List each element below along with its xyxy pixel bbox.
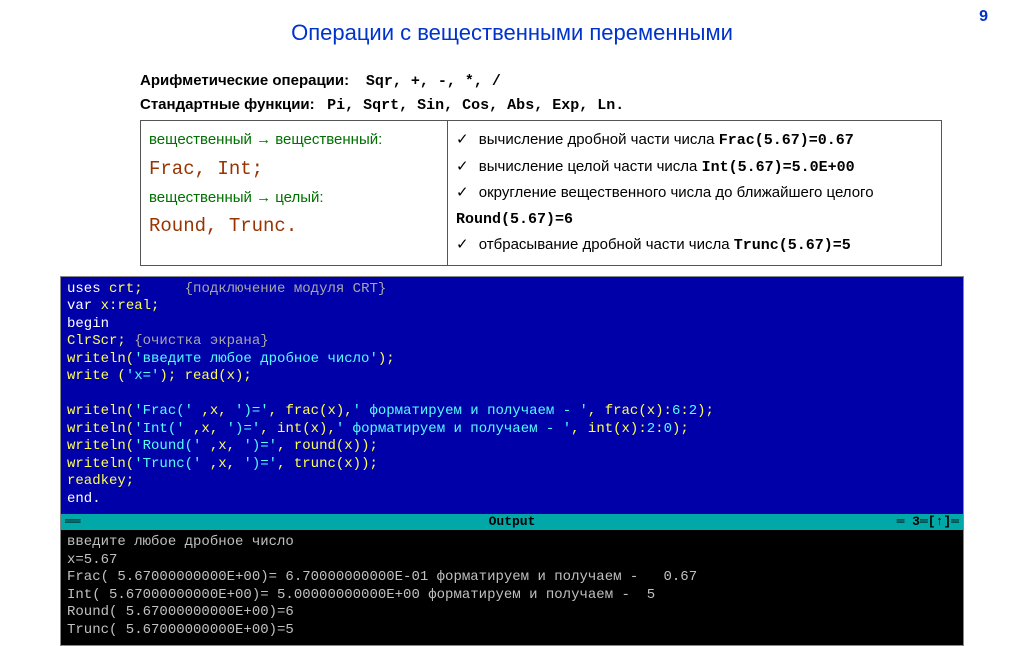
real-to-real-label: вещественный → вещественный: <box>149 127 439 153</box>
code-write1c: ); read(x); <box>159 368 251 384</box>
code-l9a: writeln( <box>67 438 134 454</box>
code-l9e: , round(x)); <box>277 438 378 454</box>
out-5: Round( 5.67000000000E+00)=6 <box>67 604 294 620</box>
desc-trunc-text: отбрасывание дробной части числа <box>479 236 734 253</box>
table-left-column: вещественный → вещественный: Frac, Int; … <box>141 121 448 265</box>
content-block: Арифметические операции: Sqr, +, -, *, /… <box>140 72 904 266</box>
code-writeln1c: ); <box>378 351 395 367</box>
arith-label: Арифметические операции: <box>140 72 349 89</box>
code-l8f: ' форматируем и получаем - ' <box>336 421 571 437</box>
std-label: Стандартные функции: <box>140 96 315 113</box>
conversion-table: вещественный → вещественный: Frac, Int; … <box>140 120 942 266</box>
desc-trunc: отбрасывание дробной части числа Trunc(5… <box>456 232 933 259</box>
code-l8h: 2 <box>647 421 655 437</box>
code-l7b: 'Frac(' <box>134 403 201 419</box>
desc-frac: вычисление дробной части числа Frac(5.67… <box>456 127 933 154</box>
code-l9d: ')=' <box>243 438 277 454</box>
out-6: Trunc( 5.67000000000E+00)=5 <box>67 622 294 638</box>
code-l7g: , frac(x): <box>588 403 672 419</box>
code-l7d: ')=' <box>235 403 269 419</box>
output-console: введите любое дробное число x=5.67 Frac(… <box>61 530 963 645</box>
frac-int-funcs: Frac, Int; <box>149 153 439 185</box>
code-l8i: : <box>655 421 663 437</box>
code-l10d: ')=' <box>243 456 277 472</box>
out-1: введите любое дробное число <box>67 534 294 550</box>
real-to-int-label: вещественный → целый: <box>149 185 439 211</box>
table-right-column: вычисление дробной части числа Frac(5.67… <box>448 121 941 265</box>
code-crt: crt; <box>109 281 185 297</box>
page-title: Операции с вещественными переменными <box>30 20 994 46</box>
desc-trunc-code: Trunc(5.67)=5 <box>734 237 851 254</box>
code-l7a: writeln( <box>67 403 134 419</box>
std-funcs: Pi, Sqrt, Sin, Cos, Abs, Exp, Ln. <box>327 97 624 114</box>
code-l9b: 'Round(' <box>134 438 210 454</box>
code-xreal: x:real; <box>101 298 160 314</box>
code-readkey: readkey; <box>67 473 134 489</box>
kw-uses: uses <box>67 281 109 297</box>
arith-funcs: Sqr, +, -, *, / <box>366 73 501 90</box>
page-number: 9 <box>979 8 988 26</box>
code-writeln1a: writeln( <box>67 351 134 367</box>
out-4: Int( 5.67000000000E+00)= 5.00000000000E+… <box>67 587 655 603</box>
code-l7i: : <box>680 403 688 419</box>
code-l8d: ')=' <box>227 421 261 437</box>
code-l7e: , frac(x), <box>269 403 353 419</box>
desc-int-text: вычисление целой части числа <box>479 158 702 175</box>
code-l10c: ,x, <box>210 456 244 472</box>
output-label: Output <box>489 514 536 529</box>
code-l7c: ,x, <box>201 403 235 419</box>
code-l8k: ); <box>672 421 689 437</box>
code-l10a: writeln( <box>67 456 134 472</box>
code-l10b: 'Trunc(' <box>134 456 210 472</box>
str-prompt: 'введите любое дробное число' <box>134 351 378 367</box>
str-xeq: 'x=' <box>126 368 160 384</box>
desc-frac-text: вычисление дробной части числа <box>479 131 719 148</box>
desc-int: вычисление целой части числа Int(5.67)=5… <box>456 154 933 181</box>
out-3: Frac( 5.67000000000E+00)= 6.70000000000E… <box>67 569 697 585</box>
code-l8a: writeln( <box>67 421 134 437</box>
code-l10e: , trunc(x)); <box>277 456 378 472</box>
cmt-clear: {очистка экрана} <box>134 333 268 349</box>
arith-line: Арифметические операции: Sqr, +, -, *, / <box>140 72 904 90</box>
desc-round-text: округление вещественного числа до ближай… <box>479 184 874 201</box>
kw-begin: begin <box>67 316 109 332</box>
code-l7f: ' форматируем и получаем - ' <box>353 403 588 419</box>
code-clrscr: ClrScr; <box>67 333 134 349</box>
desc-int-code: Int(5.67)=5.0E+00 <box>702 159 855 176</box>
code-l8c: ,x, <box>193 421 227 437</box>
cmt-crt: {подключение модуля CRT} <box>185 281 387 297</box>
desc-frac-code: Frac(5.67)=0.67 <box>719 132 854 149</box>
code-l8e: , int(x), <box>260 421 336 437</box>
desc-round: округление вещественного числа до ближай… <box>456 180 933 232</box>
out-2: x=5.67 <box>67 552 117 568</box>
code-write1a: write ( <box>67 368 126 384</box>
output-divider: Output <box>61 514 963 530</box>
desc-round-code: Round(5.67)=6 <box>456 211 573 228</box>
code-l7j: 2 <box>689 403 697 419</box>
code-l8b: 'Int(' <box>134 421 193 437</box>
std-line: Стандартные функции: Pi, Sqrt, Sin, Cos,… <box>140 96 904 114</box>
slide: 9 Операции с вещественными переменными А… <box>0 0 1024 646</box>
code-editor: uses crt; {подключение модуля CRT} var x… <box>61 277 963 515</box>
code-l7k: ); <box>697 403 714 419</box>
code-l8j: 0 <box>664 421 672 437</box>
kw-end: end. <box>67 491 101 507</box>
code-l8g: , int(x): <box>571 421 647 437</box>
ide-window: uses crt; {подключение модуля CRT} var x… <box>60 276 964 646</box>
code-l9c: ,x, <box>210 438 244 454</box>
kw-var: var <box>67 298 101 314</box>
round-trunc-funcs: Round, Trunc. <box>149 210 439 242</box>
